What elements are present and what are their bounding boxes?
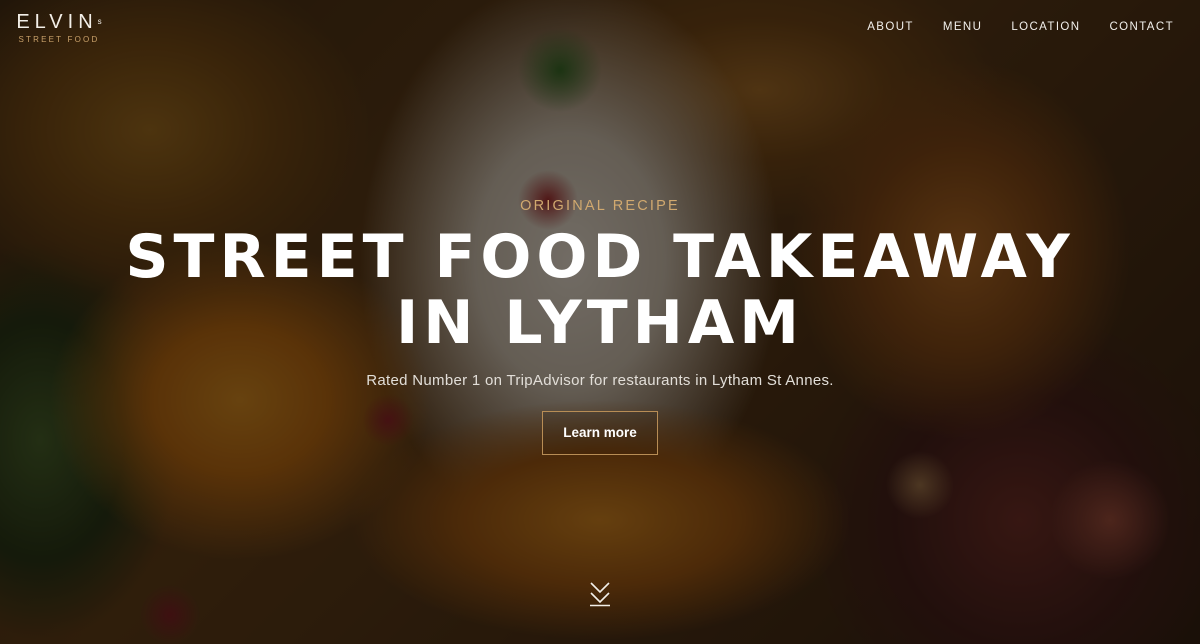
learn-more-button[interactable]: Learn more [542, 411, 658, 455]
hero-title: STREET FOOD TAKEAWAY IN LYTHAM [0, 224, 1200, 356]
hero-section: ORIGINAL RECIPE STREET FOOD TAKEAWAY IN … [0, 198, 1200, 455]
nav-item-contact[interactable]: CONTACT [1109, 21, 1174, 33]
hero-title-line-1: STREET FOOD TAKEAWAY [125, 222, 1075, 292]
hero-title-line-2: IN LYTHAM [395, 288, 805, 358]
hero-eyebrow: ORIGINAL RECIPE [520, 198, 680, 214]
logo-tagline: STREET FOOD [18, 35, 100, 44]
logo-wordmark: ELVINs [11, 12, 107, 32]
double-chevron-down-icon[interactable] [589, 580, 611, 608]
nav-item-about[interactable]: ABOUT [867, 21, 914, 33]
scroll-down-glyph [590, 582, 610, 607]
logo-name: ELVIN [16, 11, 98, 33]
main-nav: ABOUT MENU LOCATION CONTACT [867, 21, 1174, 33]
hero-subtitle: Rated Number 1 on TripAdvisor for restau… [366, 372, 834, 389]
logo-superscript: s [97, 17, 102, 26]
nav-item-menu[interactable]: MENU [943, 21, 982, 33]
nav-item-location[interactable]: LOCATION [1011, 21, 1080, 33]
brand-logo[interactable]: ELVINs STREET FOOD [11, 12, 107, 44]
